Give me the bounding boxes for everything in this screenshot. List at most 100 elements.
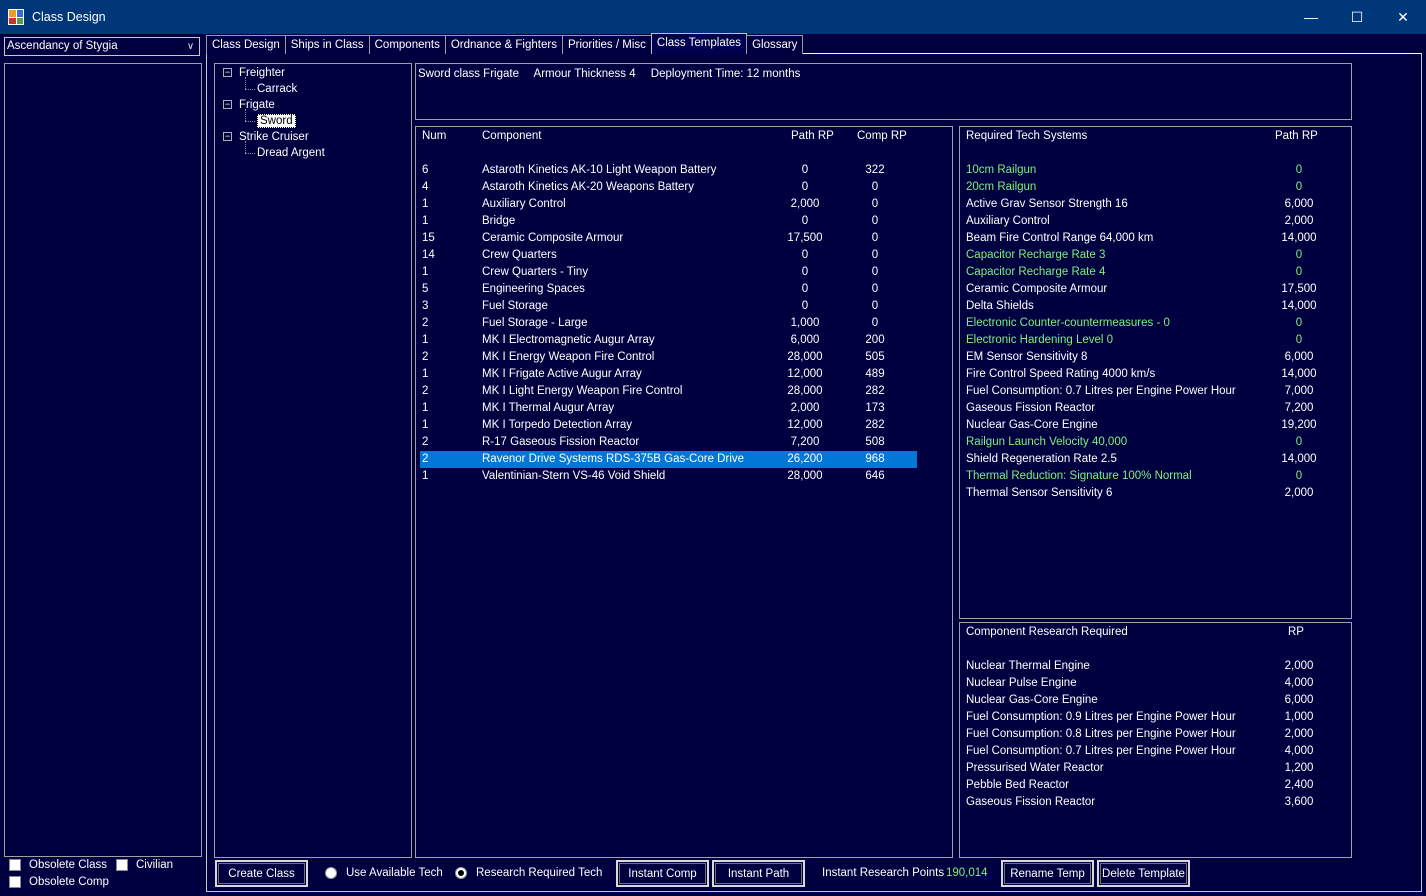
tree-leaf-sword[interactable]: Sword [257,113,296,129]
research-required-tech-radio[interactable]: Research Required Tech [455,867,602,879]
obsolete-class-checkbox[interactable]: Obsolete Class [9,859,107,871]
table-row[interactable]: 14 Crew Quarters 0 0 [420,247,917,264]
table-row[interactable]: Shield Regeneration Rate 2.5 14,000 [964,451,1344,468]
required-tech-table[interactable]: Required Tech Systems Path RP 10cm Railg… [959,126,1352,619]
path-rp-cell: 0 [801,283,809,295]
instant-comp-button[interactable]: Instant Comp [616,860,709,887]
rename-template-button[interactable]: Rename Temp [1001,860,1094,887]
table-row[interactable]: Capacitor Recharge Rate 3 0 [964,247,1344,264]
table-row[interactable]: 1 MK I Frigate Active Augur Array 12,000 48… [420,366,917,383]
table-row[interactable]: Electronic Hardening Level 0 0 [964,332,1344,349]
obsolete-comp-checkbox[interactable]: Obsolete Comp [9,876,109,888]
comp-rp-cell: 0 [871,300,879,312]
table-row[interactable]: Thermal Sensor Sensitivity 6 2,000 [964,485,1344,502]
table-row[interactable]: Fuel Consumption: 0.7 Litres per Engine … [964,743,1344,760]
tab-components[interactable]: Components [368,35,446,54]
table-row[interactable]: Electronic Counter-countermeasures - 0 0 [964,315,1344,332]
research-name-cell: Nuclear Pulse Engine [966,677,1077,689]
num-cell: 2 [422,385,429,397]
create-class-button[interactable]: Create Class [215,860,308,887]
minimize-button[interactable]: — [1288,0,1334,34]
tree-collapse-icon[interactable]: − [223,100,232,109]
table-row[interactable]: 3 Fuel Storage 0 0 [420,298,917,315]
table-row[interactable]: 2 MK I Light Energy Weapon Fire Control 28… [420,383,917,400]
table-row[interactable]: Pressurised Water Reactor 1,200 [964,760,1344,777]
instant-path-button[interactable]: Instant Path [712,860,805,887]
checkbox-box [9,876,21,888]
tree-node-strike-cruiser[interactable]: Strike Cruiser [239,129,309,145]
table-row[interactable]: 4 Astaroth Kinetics AK-20 Weapons Battery… [420,179,917,196]
table-row[interactable]: 10cm Railgun 0 [964,162,1344,179]
use-available-tech-label: Use Available Tech [346,867,443,879]
table-row[interactable]: 2 R-17 Gaseous Fission Reactor 7,200 508 [420,434,917,451]
table-row[interactable]: Thermal Reduction: Signature 100% Normal… [964,468,1344,485]
table-row[interactable]: EM Sensor Sensitivity 8 6,000 [964,349,1344,366]
components-table[interactable]: Num Component Path RP Comp RP 6 Astaroth … [415,126,953,858]
table-row[interactable]: 1 Bridge 0 0 [420,213,917,230]
table-row[interactable]: Fuel Consumption: 0.8 Litres per Engine … [964,726,1344,743]
tab-class-templates[interactable]: Class Templates [650,33,748,54]
template-tree[interactable]: − Freighter Carrack − Frigate Sword − Strike Cr… [214,63,412,858]
table-row[interactable]: 6 Astaroth Kinetics AK-10 Light Weapon Ba… [420,162,917,179]
table-row[interactable]: 2 MK I Energy Weapon Fire Control 28,000 50… [420,349,917,366]
civilian-checkbox[interactable]: Civilian [116,859,173,871]
summary-class-name: Sword class Frigate [418,68,519,80]
tab-glossary[interactable]: Glossary [746,35,804,54]
table-row[interactable]: Gaseous Fission Reactor 3,600 [964,794,1344,811]
component-research-table[interactable]: Component Research Required RP Nuclear T… [959,622,1352,858]
tab-ordnance-fighters[interactable]: Ordnance & Fighters [444,35,563,54]
tree-leaf-label: Sword [257,114,296,128]
table-row[interactable]: Nuclear Thermal Engine 2,000 [964,658,1344,675]
tree-collapse-icon[interactable]: − [223,132,232,141]
table-row[interactable]: Nuclear Gas-Core Engine 19,200 [964,417,1344,434]
table-row[interactable]: 2 Ravenor Drive Systems RDS-375B Gas-Core… [420,451,917,468]
class-list[interactable] [4,63,202,857]
table-row[interactable]: Gaseous Fission Reactor 7,200 [964,400,1344,417]
checkbox-box [116,859,128,871]
table-row[interactable]: 1 Valentinian-Stern VS-46 Void Shield 28,0… [420,468,917,485]
table-row[interactable]: 1 MK I Torpedo Detection Array 12,000 282 [420,417,917,434]
table-row[interactable]: 1 MK I Thermal Augur Array 2,000 173 [420,400,917,417]
table-row[interactable]: 2 Fuel Storage - Large 1,000 0 [420,315,917,332]
table-row[interactable]: 1 Crew Quarters - Tiny 0 0 [420,264,917,281]
table-row[interactable]: 15 Ceramic Composite Armour 17,500 0 [420,230,917,247]
table-row[interactable]: Delta Shields 14,000 [964,298,1344,315]
tab-ships-in-class[interactable]: Ships in Class [284,35,370,54]
table-row[interactable]: Pebble Bed Reactor 2,400 [964,777,1344,794]
tree-leaf-dread-argent[interactable]: Dread Argent [257,145,325,161]
table-row[interactable]: 5 Engineering Spaces 0 0 [420,281,917,298]
table-row[interactable]: 20cm Railgun 0 [964,179,1344,196]
table-row[interactable]: 1 MK I Electromagnetic Augur Array 6,000 20… [420,332,917,349]
table-row[interactable]: Railgun Launch Velocity 40,000 0 [964,434,1344,451]
tab-priorities-misc[interactable]: Priorities / Misc [561,35,652,54]
tree-leaf-carrack[interactable]: Carrack [257,81,297,97]
maximize-button[interactable]: ☐ [1334,0,1380,34]
tab-class-design[interactable]: Class Design [206,35,286,54]
table-row[interactable]: Fuel Consumption: 0.9 Litres per Engine … [964,709,1344,726]
tech-name-cell: Shield Regeneration Rate 2.5 [966,453,1117,465]
header-component: Component [482,130,542,142]
delete-template-button[interactable]: Delete Template [1097,860,1190,887]
use-available-tech-radio[interactable]: Use Available Tech [325,867,443,879]
tech-name-cell: Auxiliary Control [966,215,1050,227]
table-row[interactable]: Nuclear Gas-Core Engine 6,000 [964,692,1344,709]
table-row[interactable]: Capacitor Recharge Rate 4 0 [964,264,1344,281]
table-row[interactable]: Active Grav Sensor Strength 16 6,000 [964,196,1344,213]
component-cell: Fuel Storage [482,300,548,312]
table-row[interactable]: Ceramic Composite Armour 17,500 [964,281,1344,298]
tree-connector [245,109,246,121]
close-button[interactable]: ✕ [1380,0,1426,34]
tree-collapse-icon[interactable]: − [223,68,232,77]
comp-rp-cell: 508 [865,436,885,448]
tree-leaf-label: Carrack [257,83,298,95]
component-cell: R-17 Gaseous Fission Reactor [482,436,640,448]
table-row[interactable]: 1 Auxiliary Control 2,000 0 [420,196,917,213]
table-row[interactable]: Nuclear Pulse Engine 4,000 [964,675,1344,692]
table-row[interactable]: Fuel Consumption: 0.7 Litres per Engine … [964,383,1344,400]
table-row[interactable]: Beam Fire Control Range 64,000 km 14,000 [964,230,1344,247]
table-row[interactable]: Auxiliary Control 2,000 [964,213,1344,230]
component-cell: MK I Frigate Active Augur Array [482,368,642,380]
race-select[interactable]: Ascendancy of Stygia ∨ [4,37,200,56]
table-row[interactable]: Fire Control Speed Rating 4000 km/s 14,00… [964,366,1344,383]
path-rp-cell: 17,500 [787,232,823,244]
